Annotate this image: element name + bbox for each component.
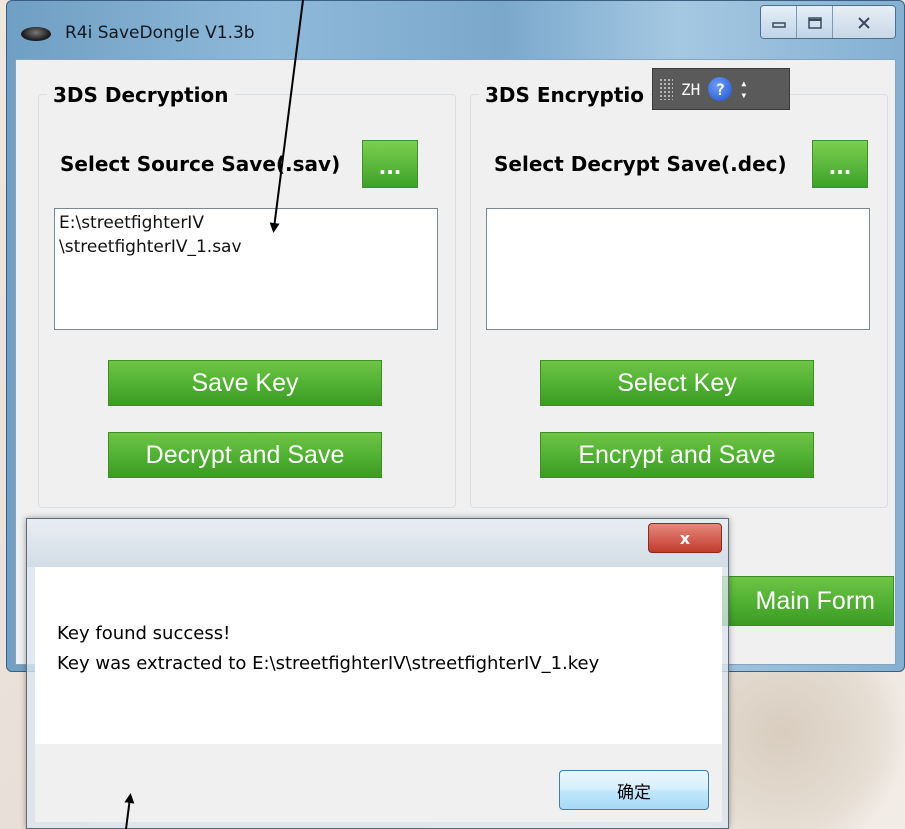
dialog-footer: 确定: [35, 744, 722, 822]
message-dialog: x Key found success! Key was extracted t…: [26, 518, 729, 829]
ime-menu-arrows-icon[interactable]: ▴ ▾: [740, 77, 747, 101]
ok-button[interactable]: 确定: [559, 770, 709, 810]
select-decrypt-label: Select Decrypt Save(.dec): [494, 152, 787, 176]
decrypt-and-save-button[interactable]: Decrypt and Save: [108, 432, 382, 478]
decryption-group-title: 3DS Decryption: [47, 83, 235, 107]
encrypt-and-save-button[interactable]: Encrypt and Save: [540, 432, 814, 478]
source-path-line1: E:\streetfighterIV: [59, 213, 204, 233]
ime-language[interactable]: ZH: [681, 80, 700, 99]
minimize-button[interactable]: [761, 6, 797, 38]
close-icon: [858, 17, 870, 29]
window-close-button[interactable]: [833, 6, 895, 38]
maximize-button[interactable]: [797, 6, 833, 38]
encryption-group-title: 3DS Encryptio: [479, 83, 651, 107]
title-bar[interactable]: R4i SaveDongle V1.3b: [7, 1, 904, 59]
desktop-wallpaper-detail: [700, 670, 905, 829]
browse-source-button[interactable]: ...: [362, 140, 418, 188]
save-key-button[interactable]: Save Key: [108, 360, 382, 406]
select-key-button[interactable]: Select Key: [540, 360, 814, 406]
window-title: R4i SaveDongle V1.3b: [65, 23, 255, 43]
drag-grip-icon[interactable]: [659, 78, 673, 100]
dialog-title-bar[interactable]: x: [27, 519, 728, 567]
minimize-icon: [771, 22, 786, 28]
source-path-field[interactable]: E:\streetfighterIV \streetfighterIV_1.sa…: [54, 208, 438, 330]
maximize-icon: [807, 17, 822, 29]
window-controls: [760, 5, 896, 39]
select-source-label: Select Source Save(.sav): [60, 152, 341, 176]
dialog-message-line2: Key was extracted to E:\streetfighterIV\…: [57, 653, 600, 674]
help-icon[interactable]: ?: [708, 77, 733, 101]
dialog-body: Key found success! Key was extracted to …: [35, 567, 722, 744]
dialog-close-icon: x: [679, 528, 691, 548]
decrypt-path-field[interactable]: [486, 208, 870, 330]
browse-decrypt-button[interactable]: ...: [812, 140, 868, 188]
app-icon: [21, 27, 51, 41]
ime-toolbar[interactable]: ZH ? ▴ ▾: [652, 68, 790, 110]
source-path-line2: \streetfighterIV_1.sav: [59, 237, 242, 257]
main-form-label: Main Form: [755, 586, 875, 615]
dialog-message-line1: Key found success!: [57, 623, 231, 644]
dialog-close-button[interactable]: x: [648, 523, 722, 553]
